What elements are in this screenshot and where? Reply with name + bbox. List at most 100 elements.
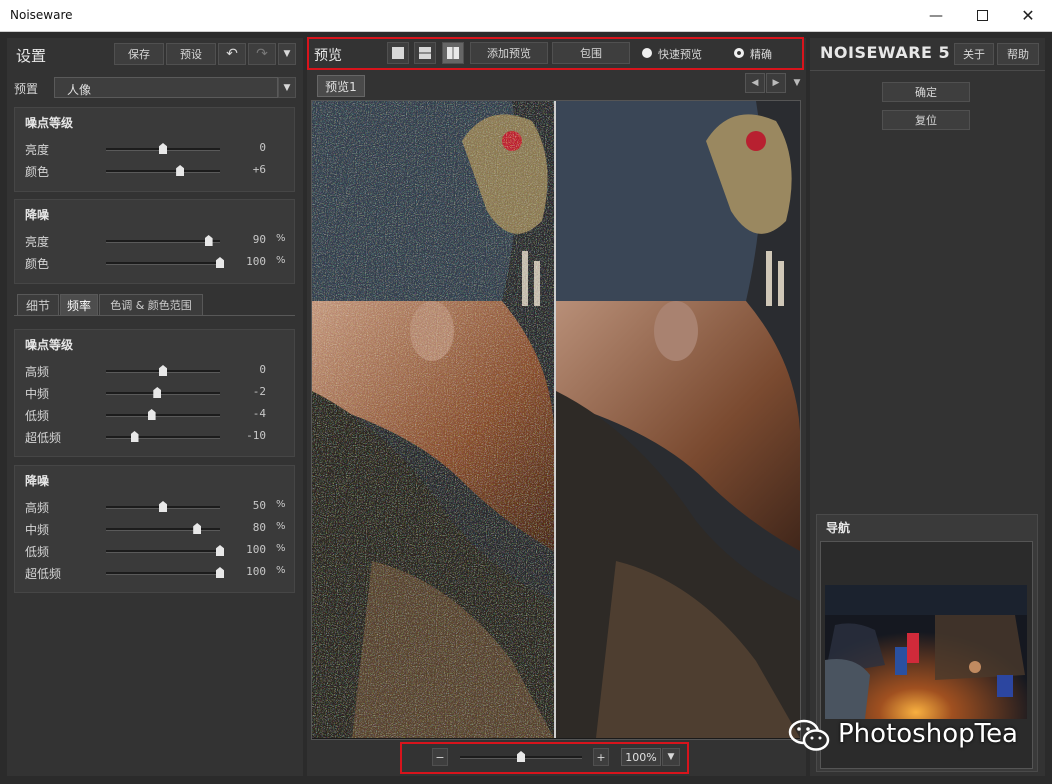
slider-track[interactable] xyxy=(106,387,220,398)
slider-track[interactable] xyxy=(106,409,220,420)
slider-thumb[interactable] xyxy=(159,143,167,154)
slider-label: 中频 xyxy=(25,387,50,401)
slider-value: +6 xyxy=(252,163,266,176)
close-button[interactable]: ✕ xyxy=(1006,0,1050,31)
slider-thumb[interactable] xyxy=(216,257,224,268)
chevron-down-icon: ▼ xyxy=(283,49,291,59)
prev-preview-button[interactable]: ◀ xyxy=(745,73,765,93)
settings-title: 设置 xyxy=(16,47,47,65)
tab-detail[interactable]: 细节 xyxy=(17,294,59,316)
slider-value: 80 xyxy=(252,521,266,534)
slider-label: 亮度 xyxy=(25,143,50,157)
navigator-title: 导航 xyxy=(826,521,851,535)
slider-label: 亮度 xyxy=(25,235,50,249)
slider-unit: % xyxy=(276,521,286,532)
slider-track[interactable] xyxy=(106,165,220,176)
wechat-icon xyxy=(788,718,832,752)
slider-row: 亮度 0 xyxy=(15,138,296,160)
slider-label: 高频 xyxy=(25,501,50,515)
next-preview-button[interactable]: ▶ xyxy=(766,73,786,93)
preset-button[interactable]: 预设 xyxy=(166,43,216,65)
navigator-image xyxy=(825,585,1027,719)
chevron-left-icon: ◀ xyxy=(751,78,759,88)
slider-thumb[interactable] xyxy=(130,431,139,442)
zoom-bar-highlight xyxy=(400,742,689,774)
slider-label: 颜色 xyxy=(25,257,50,271)
slider-row: 高频 50% xyxy=(15,496,296,518)
slider-value: 50 xyxy=(252,499,266,512)
close-icon: ✕ xyxy=(1021,6,1035,25)
slider-thumb[interactable] xyxy=(159,501,167,512)
denoise-section: 降噪 亮度 90% 颜色 100% xyxy=(14,199,295,284)
window-title: Noiseware xyxy=(10,8,73,22)
slider-thumb[interactable] xyxy=(147,409,156,420)
slider-thumb[interactable] xyxy=(193,523,202,534)
noiseware-logo: NOISEWARE 5 xyxy=(820,43,951,62)
slider-track[interactable] xyxy=(106,257,224,268)
slider-value: 0 xyxy=(259,141,266,154)
slider-track[interactable] xyxy=(106,523,220,534)
tab-preview-1[interactable]: 预览1 xyxy=(317,75,365,97)
slider-thumb[interactable] xyxy=(216,545,224,556)
slider-row: 中频 -2 xyxy=(15,382,296,404)
slider-unit: % xyxy=(276,565,286,576)
about-button[interactable]: 关于 xyxy=(954,43,994,65)
redo-icon: ↷ xyxy=(256,46,268,62)
slider-track[interactable] xyxy=(106,365,220,376)
slider-row: 低频 -4 xyxy=(15,404,296,426)
slider-value: 0 xyxy=(259,363,266,376)
tab-tone-color-range[interactable]: 色调 & 颜色范围 xyxy=(99,294,203,316)
section-title: 噪点等级 xyxy=(25,338,74,352)
help-button[interactable]: 帮助 xyxy=(997,43,1039,65)
slider-row: 高频 0 xyxy=(15,360,296,382)
slider-thumb[interactable] xyxy=(204,235,213,246)
slider-row: 亮度 90% xyxy=(15,230,296,252)
slider-track[interactable] xyxy=(106,143,220,154)
reset-button[interactable]: 复位 xyxy=(882,110,970,130)
slider-label: 低频 xyxy=(25,409,50,423)
slider-track[interactable] xyxy=(106,235,220,246)
slider-row: 低频 100% xyxy=(15,540,296,562)
maximize-button[interactable] xyxy=(960,0,1004,31)
title-bar: Noiseware — ✕ xyxy=(0,0,1052,32)
save-button[interactable]: 保存 xyxy=(114,43,164,65)
minimize-button[interactable]: — xyxy=(914,0,958,31)
undo-button[interactable]: ↶ xyxy=(218,43,246,65)
tab-frequency[interactable]: 频率 xyxy=(60,294,98,316)
slider-track[interactable] xyxy=(106,567,224,578)
ok-button[interactable]: 确定 xyxy=(882,82,970,102)
section-title: 噪点等级 xyxy=(25,116,74,130)
slider-row: 超低频 -10 xyxy=(15,426,296,448)
section-title: 降噪 xyxy=(25,474,50,488)
preset-select-value: 人像 xyxy=(67,83,92,97)
portrait-before xyxy=(312,101,554,738)
navigator-thumbnail[interactable] xyxy=(825,585,1027,719)
section-title: 降噪 xyxy=(25,208,50,222)
redo-button[interactable]: ↷ xyxy=(248,43,276,65)
slider-value: 90 xyxy=(252,233,266,246)
preview-before-image xyxy=(312,101,554,738)
preview-menu-button[interactable]: ▼ xyxy=(787,73,807,93)
preset-select[interactable]: 人像 xyxy=(54,77,278,98)
slider-thumb[interactable] xyxy=(159,365,167,376)
slider-value: -2 xyxy=(252,385,266,398)
slider-label: 超低频 xyxy=(25,567,62,581)
slider-track[interactable] xyxy=(106,545,224,556)
chevron-down-icon: ▼ xyxy=(793,78,801,88)
slider-unit: % xyxy=(276,543,286,554)
slider-value: -10 xyxy=(246,429,266,442)
settings-menu-button[interactable]: ▼ xyxy=(278,43,296,65)
chevron-down-icon: ▼ xyxy=(283,82,291,93)
slider-thumb[interactable] xyxy=(216,567,224,578)
preset-row-label: 预置 xyxy=(14,82,39,96)
slider-track[interactable] xyxy=(106,501,220,512)
slider-track[interactable] xyxy=(106,431,220,442)
slider-thumb[interactable] xyxy=(176,165,185,176)
slider-value: 100 xyxy=(246,543,266,556)
slider-value: 100 xyxy=(246,565,266,578)
slider-value: -4 xyxy=(252,407,266,420)
slider-value: 100 xyxy=(246,255,266,268)
right-divider xyxy=(810,70,1045,71)
slider-thumb[interactable] xyxy=(153,387,162,398)
preset-dropdown-button[interactable]: ▼ xyxy=(278,77,296,98)
